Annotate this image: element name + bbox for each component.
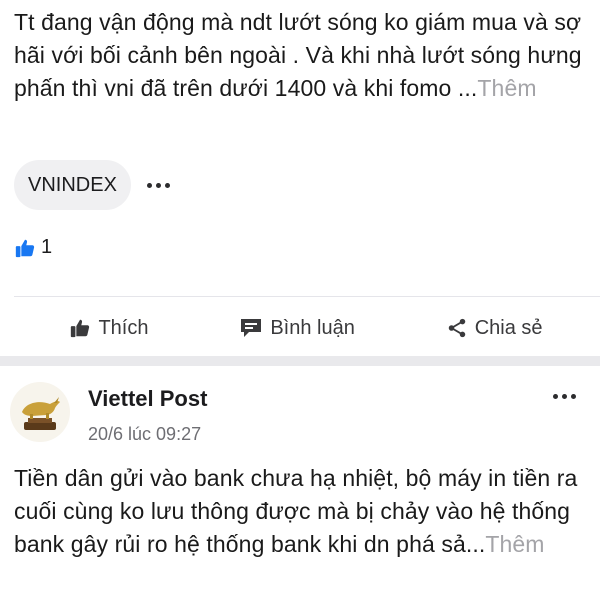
tag-chip-vnindex[interactable]: VNINDEX (14, 160, 131, 210)
post-action-bar: Thích Bình luận Chia sẻ (0, 306, 600, 350)
avatar[interactable] (10, 382, 70, 442)
divider (14, 296, 600, 297)
like-count: 1 (41, 236, 53, 258)
post-body-text: Tt đang vận động mà ndt lướt sóng ko giá… (14, 6, 589, 105)
author-name[interactable]: Viettel Post (88, 386, 207, 412)
comment-button[interactable]: Bình luận (239, 317, 355, 340)
thumbs-up-icon (71, 319, 90, 338)
comment-icon (241, 319, 262, 337)
post-header: Viettel Post 20/6 lúc 09:27 (0, 366, 600, 456)
like-button[interactable]: Thích (69, 317, 148, 340)
reaction-summary[interactable]: 1 (14, 236, 52, 259)
more-dots-icon[interactable] (146, 182, 170, 188)
see-more-link[interactable]: Thêm (485, 531, 544, 557)
golden-bull-logo-icon (22, 397, 60, 430)
see-more-link[interactable]: Thêm (477, 75, 536, 101)
comment-label: Bình luận (270, 316, 355, 339)
share-label: Chia sẻ (474, 316, 543, 339)
feed-separator (0, 356, 600, 366)
post-timestamp: 20/6 lúc 09:27 (88, 424, 202, 444)
tag-row: VNINDEX (14, 160, 170, 210)
share-icon (448, 318, 465, 338)
like-label: Thích (98, 316, 149, 339)
thumbs-up-icon (15, 239, 35, 257)
share-button[interactable]: Chia sẻ (446, 317, 543, 340)
post-body-text: Tiền dân gửi vào bank chưa hạ nhiệt, bộ … (14, 462, 589, 561)
more-dots-icon[interactable] (553, 394, 576, 399)
tag-label: VNINDEX (28, 173, 117, 196)
